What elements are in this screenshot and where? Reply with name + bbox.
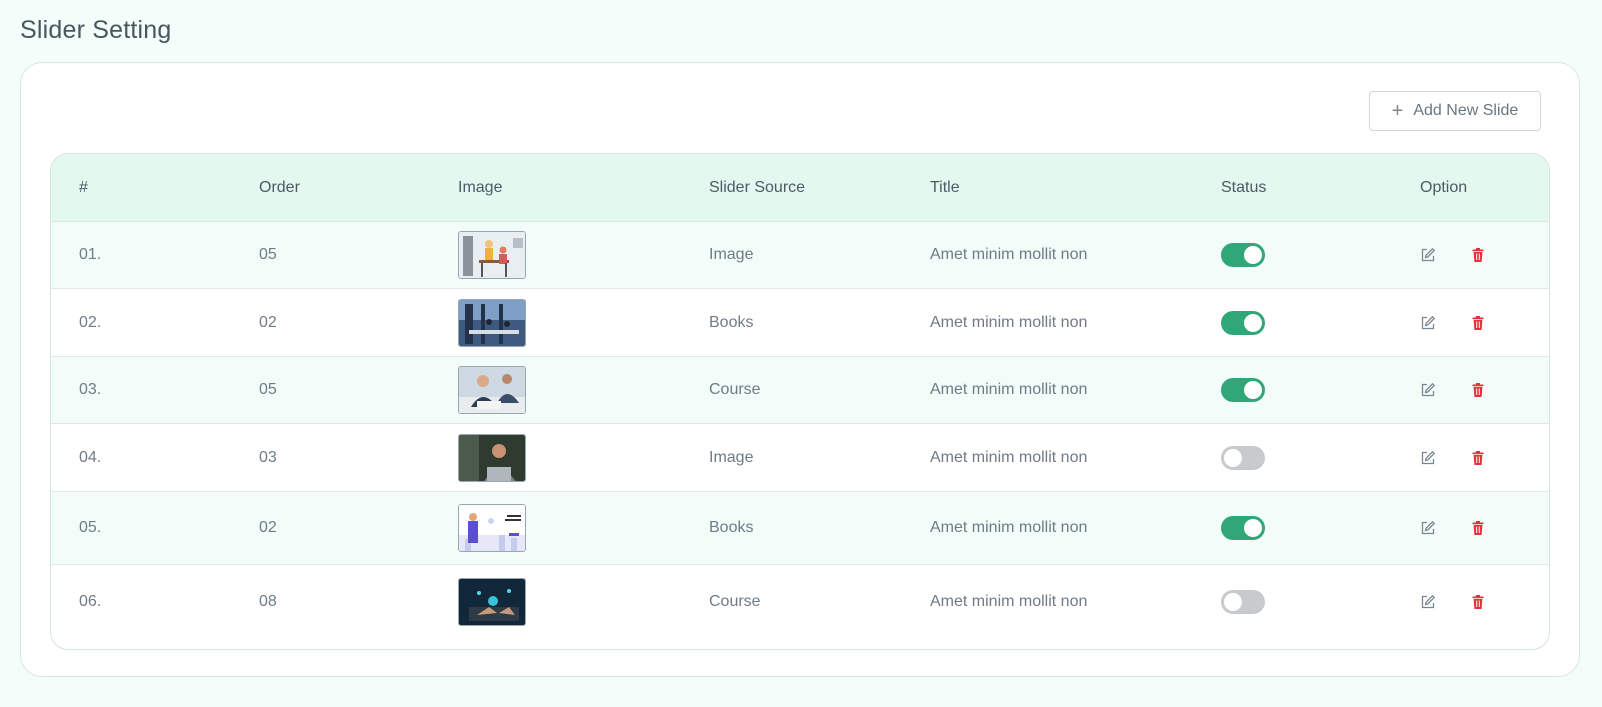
row-slider-source: Books	[709, 313, 754, 331]
edit-icon[interactable]	[1420, 450, 1436, 466]
status-toggle[interactable]	[1221, 243, 1265, 267]
trash-icon[interactable]	[1470, 382, 1486, 398]
table-row: 02. 02 Books Amet minim mollit non	[51, 289, 1549, 357]
trash-icon[interactable]	[1470, 450, 1486, 466]
row-number: 01.	[79, 246, 102, 263]
toggle-knob	[1244, 381, 1262, 399]
toggle-knob	[1244, 519, 1262, 537]
trash-icon[interactable]	[1470, 247, 1486, 263]
row-order: 08	[259, 592, 277, 610]
edit-icon[interactable]	[1420, 247, 1436, 263]
row-order: 05	[259, 246, 277, 263]
slide-thumbnail	[458, 504, 526, 552]
status-toggle[interactable]	[1221, 378, 1265, 402]
slides-table: # Order Image Slider Source Title Status…	[50, 153, 1550, 650]
table-row: 06. 08 Course Amet minim mollit non	[51, 565, 1549, 638]
row-number: 06.	[79, 592, 102, 610]
row-title: Amet minim mollit non	[930, 313, 1088, 331]
row-slider-source: Course	[709, 592, 761, 610]
row-title: Amet minim mollit non	[930, 448, 1088, 466]
row-order: 05	[259, 381, 277, 398]
toggle-knob	[1244, 313, 1262, 332]
row-title: Amet minim mollit non	[930, 592, 1088, 610]
row-number: 04.	[79, 448, 102, 466]
status-toggle[interactable]	[1221, 589, 1265, 614]
status-toggle[interactable]	[1221, 516, 1265, 540]
header-option: Option	[1420, 178, 1468, 196]
row-order: 02	[259, 519, 277, 536]
slide-thumbnail	[458, 577, 526, 626]
slide-thumbnail	[458, 366, 526, 414]
edit-icon[interactable]	[1420, 594, 1436, 610]
row-order: 02	[259, 313, 277, 331]
header-number: #	[79, 178, 88, 196]
row-slider-source: Books	[709, 519, 754, 536]
trash-icon[interactable]	[1470, 520, 1486, 536]
toggle-knob	[1224, 592, 1242, 611]
row-title: Amet minim mollit non	[930, 246, 1088, 263]
header-slider-source: Slider Source	[709, 178, 806, 196]
row-number: 03.	[79, 381, 102, 398]
table-header: # Order Image Slider Source Title Status…	[51, 154, 1549, 222]
header-title: Title	[930, 178, 960, 196]
header-order: Order	[259, 178, 300, 196]
slide-thumbnail	[458, 231, 526, 279]
row-title: Amet minim mollit non	[930, 519, 1088, 536]
add-new-slide-label: Add New Slide	[1413, 102, 1519, 119]
table-row: 03. 05 Course Amet minim mollit non	[51, 357, 1549, 424]
table-row: 05. 02 Books Amet minim mollit non	[51, 492, 1549, 565]
status-toggle[interactable]	[1221, 310, 1265, 335]
plus-icon: +	[1391, 100, 1404, 122]
toggle-knob	[1244, 246, 1262, 264]
status-toggle[interactable]	[1221, 445, 1265, 470]
edit-icon[interactable]	[1420, 315, 1436, 331]
slide-thumbnail	[458, 298, 526, 347]
row-slider-source: Image	[709, 448, 754, 466]
header-image: Image	[458, 178, 503, 196]
slide-thumbnail	[458, 433, 526, 482]
edit-icon[interactable]	[1420, 382, 1436, 398]
row-slider-source: Course	[709, 381, 761, 398]
trash-icon[interactable]	[1470, 315, 1486, 331]
row-title: Amet minim mollit non	[930, 381, 1088, 398]
row-order: 03	[259, 448, 277, 466]
row-number: 05.	[79, 519, 102, 536]
page-title: Slider Setting	[20, 16, 172, 44]
row-number: 02.	[79, 313, 102, 331]
row-slider-source: Image	[709, 246, 754, 263]
table-row: 01. 05 Image Amet minim mollit non	[51, 222, 1549, 289]
add-new-slide-button[interactable]: + Add New Slide	[1369, 91, 1541, 131]
table-row: 04. 03 Image Amet minim mollit non	[51, 424, 1549, 492]
toggle-knob	[1224, 448, 1242, 467]
edit-icon[interactable]	[1420, 520, 1436, 536]
header-status: Status	[1221, 178, 1267, 196]
slider-card: + Add New Slide # Order Image Slider Sou…	[20, 62, 1580, 677]
trash-icon[interactable]	[1470, 594, 1486, 610]
